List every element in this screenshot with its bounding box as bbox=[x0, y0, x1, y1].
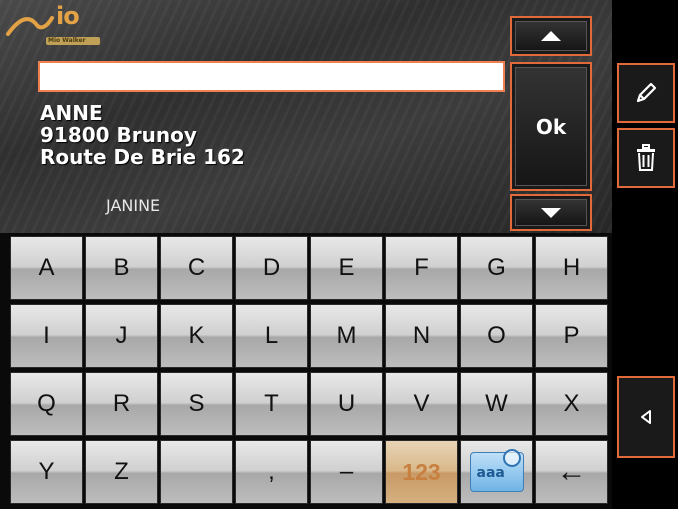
key-b[interactable]: B bbox=[85, 236, 158, 300]
key-i[interactable]: I bbox=[10, 304, 83, 368]
key-y[interactable]: Y bbox=[10, 440, 83, 504]
key-label: D bbox=[262, 254, 281, 281]
delete-button[interactable] bbox=[617, 128, 675, 188]
key-label: H bbox=[562, 254, 581, 281]
key-dash[interactable]: – bbox=[310, 440, 383, 504]
navigation-screen: io Mio Walker ANNE 91800 Brunoy Route De… bbox=[0, 0, 678, 509]
next-result-name[interactable]: JANINE bbox=[106, 196, 160, 216]
backspace-arrow-icon: ← bbox=[556, 455, 587, 488]
search-input[interactable] bbox=[38, 61, 505, 92]
key-c[interactable]: C bbox=[160, 236, 233, 300]
key-label: R bbox=[112, 390, 131, 417]
key-label: I bbox=[43, 322, 50, 349]
key-r[interactable]: R bbox=[85, 372, 158, 436]
key-label: , bbox=[268, 458, 275, 485]
key-label: A bbox=[38, 254, 55, 281]
key-z[interactable]: Z bbox=[85, 440, 158, 504]
key-label: E bbox=[338, 254, 355, 281]
key-o[interactable]: O bbox=[460, 304, 533, 368]
key-p[interactable]: P bbox=[535, 304, 608, 368]
mio-logo: io Mio Walker bbox=[6, 2, 106, 50]
logo-badge: Mio Walker bbox=[46, 37, 100, 45]
key-k[interactable]: K bbox=[160, 304, 233, 368]
key-n[interactable]: N bbox=[385, 304, 458, 368]
magnifier-icon bbox=[502, 449, 521, 467]
triangle-down-icon bbox=[541, 207, 561, 218]
key-label: S bbox=[188, 390, 205, 417]
key-f[interactable]: F bbox=[385, 236, 458, 300]
key-label: B bbox=[113, 254, 130, 281]
result-name[interactable]: ANNE bbox=[40, 102, 103, 124]
ok-button[interactable]: Ok bbox=[510, 62, 592, 191]
key-l[interactable]: L bbox=[235, 304, 308, 368]
trash-icon bbox=[637, 144, 655, 171]
key-w[interactable]: W bbox=[460, 372, 533, 436]
result-street[interactable]: Route De Brie 162 bbox=[40, 146, 245, 168]
key-q[interactable]: Q bbox=[10, 372, 83, 436]
key-space[interactable] bbox=[160, 440, 233, 504]
key-label: J bbox=[115, 322, 128, 349]
scroll-down-button[interactable] bbox=[510, 194, 592, 231]
key-s[interactable]: S bbox=[160, 372, 233, 436]
logo-text: io bbox=[56, 2, 80, 30]
key-backspace[interactable]: ← bbox=[535, 440, 608, 504]
key-t[interactable]: T bbox=[235, 372, 308, 436]
key-label: T bbox=[264, 390, 279, 417]
key-u[interactable]: U bbox=[310, 372, 383, 436]
logo-badge-text: Mio Walker bbox=[48, 37, 86, 44]
edit-button[interactable] bbox=[617, 63, 675, 123]
key-d[interactable]: D bbox=[235, 236, 308, 300]
key-label: – bbox=[339, 458, 354, 485]
key-label: C bbox=[187, 254, 206, 281]
key-g[interactable]: G bbox=[460, 236, 533, 300]
triangle-left-icon bbox=[641, 410, 651, 424]
lowercase-keyboard-icon: aaa bbox=[469, 449, 524, 492]
key-e[interactable]: E bbox=[310, 236, 383, 300]
key-label: M bbox=[336, 322, 357, 349]
logo-swoosh-icon bbox=[6, 16, 54, 36]
key-label: F bbox=[414, 254, 429, 281]
key-label: N bbox=[412, 322, 431, 349]
key-h[interactable]: H bbox=[535, 236, 608, 300]
key-v[interactable]: V bbox=[385, 372, 458, 436]
key-label: L bbox=[264, 322, 279, 349]
key-label: P bbox=[563, 322, 580, 349]
key-label: U bbox=[337, 390, 356, 417]
key-label: 123 bbox=[402, 458, 441, 485]
onscreen-keyboard: A B C D E F G H I J K L M N O P Q R S T … bbox=[0, 233, 612, 509]
key-label: V bbox=[413, 390, 430, 417]
key-label: K bbox=[188, 322, 205, 349]
scroll-up-button[interactable] bbox=[510, 16, 592, 56]
key-numeric-mode[interactable]: 123 bbox=[385, 440, 458, 504]
result-city[interactable]: 91800 Brunoy bbox=[40, 124, 197, 146]
key-label: W bbox=[485, 390, 508, 417]
pencil-icon bbox=[636, 82, 657, 103]
key-x[interactable]: X bbox=[535, 372, 608, 436]
key-label: G bbox=[487, 254, 506, 281]
key-comma[interactable]: , bbox=[235, 440, 308, 504]
key-label: O bbox=[487, 322, 506, 349]
key-j[interactable]: J bbox=[85, 304, 158, 368]
key-label: aaa bbox=[476, 465, 505, 481]
key-label: Y bbox=[38, 458, 55, 485]
key-a[interactable]: A bbox=[10, 236, 83, 300]
key-label: Z bbox=[114, 458, 129, 485]
key-label: Q bbox=[37, 390, 56, 417]
back-button[interactable] bbox=[617, 376, 675, 458]
triangle-up-icon bbox=[541, 31, 561, 41]
ok-label: Ok bbox=[535, 114, 567, 139]
key-case-mode[interactable]: aaa bbox=[460, 440, 533, 504]
key-label: X bbox=[563, 390, 580, 417]
key-m[interactable]: M bbox=[310, 304, 383, 368]
